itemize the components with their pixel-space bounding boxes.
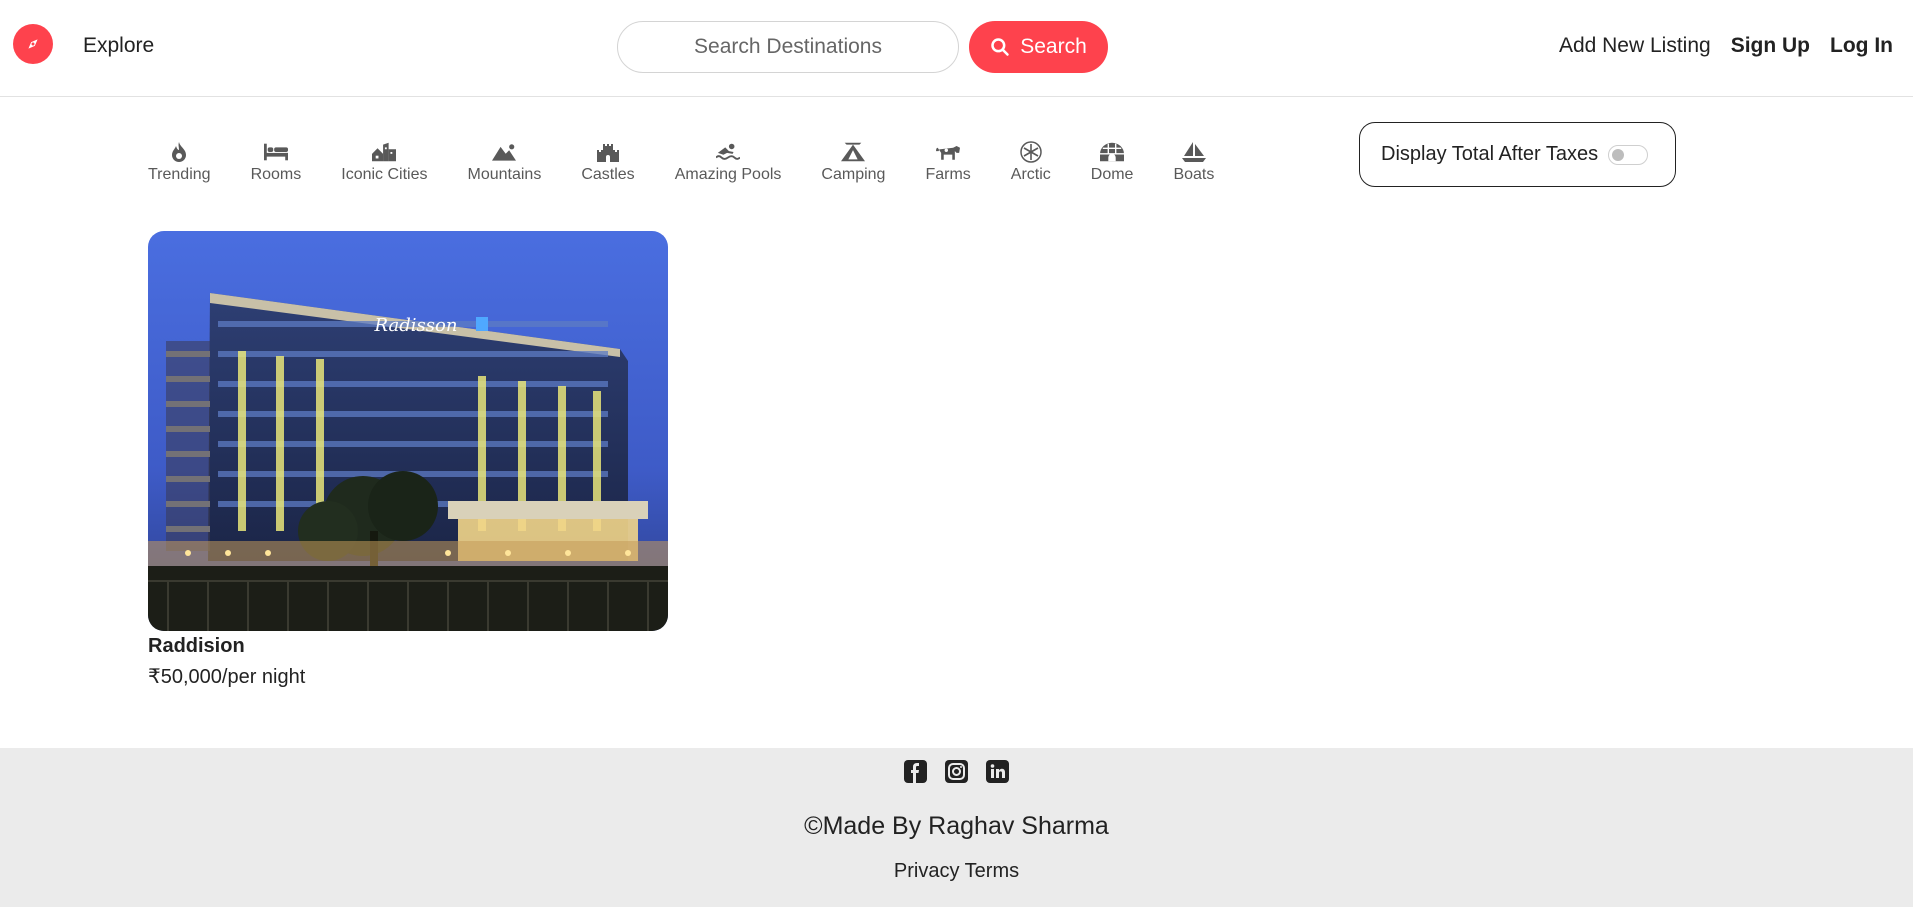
snowflake-icon: [1019, 140, 1043, 164]
tax-toggle-label: Display Total After Taxes: [1381, 143, 1599, 165]
filter-label: Trending: [148, 166, 211, 183]
filter-arctic[interactable]: Arctic: [1011, 140, 1051, 184]
castle-icon: [596, 140, 620, 164]
nav-right: Add New Listing Sign Up Log In: [1559, 34, 1893, 58]
filter-label: Amazing Pools: [674, 166, 782, 183]
add-listing-link[interactable]: Add New Listing: [1559, 34, 1711, 58]
filter-label: Mountains: [467, 166, 542, 183]
filter-label: Farms: [925, 166, 971, 183]
facebook-icon[interactable]: [904, 760, 927, 783]
listing-title: Raddision: [148, 635, 245, 657]
hotel-building-photo: Radisson: [148, 231, 668, 631]
tent-icon: [841, 140, 866, 164]
filter-mountains[interactable]: Mountains: [467, 140, 542, 184]
listing-card[interactable]: Radisson Raddision ₹50,000/per night: [148, 231, 668, 689]
filter-label: Dome: [1090, 166, 1134, 183]
sailboat-icon: [1181, 140, 1206, 164]
filter-bar: Trending Rooms Iconic Cities Mountains C…: [148, 140, 1214, 184]
filter-trending[interactable]: Trending: [148, 140, 211, 184]
linkedin-icon[interactable]: [986, 760, 1009, 783]
filter-iconic-cities[interactable]: Iconic Cities: [341, 140, 428, 184]
filter-label: Arctic: [1010, 166, 1051, 183]
navbar: Explore Search Add New Listing Sign Up L…: [0, 0, 1913, 97]
filter-boats[interactable]: Boats: [1173, 140, 1214, 184]
filter-label: Camping: [821, 166, 886, 183]
filter-amazing-pools[interactable]: Amazing Pools: [674, 140, 782, 184]
filter-label: Rooms: [250, 166, 302, 183]
filter-castles[interactable]: Castles: [581, 140, 635, 184]
social-links: [0, 760, 1913, 783]
igloo-icon: [1100, 140, 1125, 164]
terms-link[interactable]: Terms: [965, 860, 1019, 882]
log-in-link[interactable]: Log In: [1830, 34, 1893, 58]
explore-link[interactable]: Explore: [83, 34, 154, 58]
bed-icon: [263, 140, 288, 164]
filter-label: Boats: [1173, 166, 1215, 183]
listing-price: ₹50,000/per night: [148, 666, 306, 688]
svg-text:Radisson: Radisson: [374, 315, 458, 336]
pool-icon: [716, 140, 741, 164]
footer-legal: Privacy Terms: [0, 860, 1913, 883]
tax-toggle-switch[interactable]: [1608, 144, 1649, 165]
filter-label: Castles: [581, 166, 635, 183]
cow-icon: [936, 140, 961, 164]
fire-icon: [167, 140, 191, 164]
footer: ©Made By Raghav Sharma Privacy Terms: [0, 748, 1913, 907]
filter-rooms[interactable]: Rooms: [250, 140, 302, 184]
city-icon: [372, 140, 397, 164]
sign-up-link[interactable]: Sign Up: [1731, 34, 1810, 58]
footer-credit: ©Made By Raghav Sharma: [804, 812, 1109, 840]
switch-knob: [1612, 148, 1625, 161]
filter-farms[interactable]: Farms: [925, 140, 971, 184]
compass-icon[interactable]: [13, 24, 53, 64]
filter-camping[interactable]: Camping: [821, 140, 885, 184]
search-button-label: Search: [1020, 35, 1087, 58]
mountain-icon: [492, 140, 517, 164]
search-button[interactable]: Search: [969, 21, 1108, 73]
search-icon: [991, 38, 1009, 56]
privacy-link[interactable]: Privacy: [894, 860, 960, 882]
filter-label: Iconic Cities: [341, 166, 428, 183]
filter-dome[interactable]: Dome: [1090, 140, 1134, 184]
tax-toggle-box: Display Total After Taxes: [1359, 122, 1676, 187]
search-bar: Search: [617, 21, 1108, 73]
instagram-icon[interactable]: [945, 760, 968, 783]
search-input[interactable]: [617, 21, 959, 73]
